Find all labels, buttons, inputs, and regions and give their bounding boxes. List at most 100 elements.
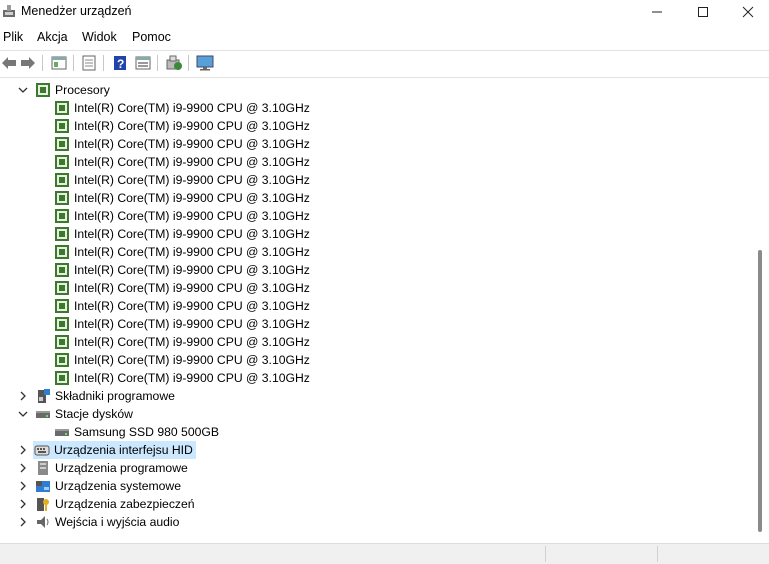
update-driver-button[interactable]: [80, 54, 98, 72]
tree-node-cpu[interactable]: Intel(R) Core(TM) i9-9900 CPU @ 3.10GHz: [54, 333, 310, 351]
status-bar: [0, 543, 769, 564]
processor-icon: [55, 191, 69, 205]
tree-node-label: Wejścia i wyjścia audio: [55, 515, 180, 529]
help-button[interactable]: ?: [111, 54, 129, 72]
tree-node-software-components[interactable]: Składniki programowe: [35, 387, 175, 405]
processor-icon: [55, 209, 69, 223]
tree-node-label: Intel(R) Core(TM) i9-9900 CPU @ 3.10GHz: [74, 101, 310, 115]
tree-node-cpu[interactable]: Intel(R) Core(TM) i9-9900 CPU @ 3.10GHz: [54, 351, 310, 369]
tree-node-cpu[interactable]: Intel(R) Core(TM) i9-9900 CPU @ 3.10GHz: [54, 315, 310, 333]
menu-akcja[interactable]: Akcja: [37, 30, 68, 44]
speaker-icon: [37, 516, 49, 528]
toolbar-separator: [73, 55, 74, 71]
close-button[interactable]: [725, 0, 769, 24]
window-title: Menedżer urządzeń: [21, 4, 132, 18]
processor-icon: [55, 119, 69, 133]
chevron-right-icon[interactable]: [18, 445, 28, 455]
chevron-right-icon[interactable]: [18, 391, 28, 401]
properties-button[interactable]: [50, 54, 68, 72]
tree-node-label: Intel(R) Core(TM) i9-9900 CPU @ 3.10GHz: [74, 155, 310, 169]
chevron-right-icon[interactable]: [18, 499, 28, 509]
minimize-icon: [652, 11, 662, 13]
tree-node-hid[interactable]: Urządzenia interfejsu HID: [33, 441, 196, 459]
software-component-icon: [38, 389, 50, 403]
processor-icon: [55, 227, 69, 241]
tree-node-cpu[interactable]: Intel(R) Core(TM) i9-9900 CPU @ 3.10GHz: [54, 189, 310, 207]
tree-node-security-devices[interactable]: Urządzenia zabezpieczeń: [35, 495, 195, 513]
view-button[interactable]: [134, 54, 152, 72]
forward-icon: [21, 57, 35, 69]
tree-node-samsung-ssd[interactable]: Samsung SSD 980 500GB: [54, 423, 219, 441]
processor-icon: [55, 335, 69, 349]
processor-icon: [55, 137, 69, 151]
maximize-button[interactable]: [680, 0, 726, 24]
tree-node-cpu[interactable]: Intel(R) Core(TM) i9-9900 CPU @ 3.10GHz: [54, 243, 310, 261]
processor-icon: [55, 173, 69, 187]
chevron-down-icon[interactable]: [18, 409, 28, 419]
processor-icon: [55, 245, 69, 259]
tree-node-label: Procesory: [55, 83, 110, 97]
tree-node-cpu[interactable]: Intel(R) Core(TM) i9-9900 CPU @ 3.10GHz: [54, 207, 310, 225]
tree-node-audio-io[interactable]: Wejścia i wyjścia audio: [35, 513, 179, 531]
monitor-button[interactable]: [196, 54, 214, 72]
tree-node-label: Intel(R) Core(TM) i9-9900 CPU @ 3.10GHz: [74, 353, 310, 367]
tree-node-label: Intel(R) Core(TM) i9-9900 CPU @ 3.10GHz: [74, 245, 310, 259]
help-icon: ?: [114, 56, 126, 71]
back-button[interactable]: [0, 54, 18, 72]
menu-plik[interactable]: Plik: [3, 30, 23, 44]
tree-node-system-devices[interactable]: Urządzenia systemowe: [35, 477, 181, 495]
tree-node-label: Składniki programowe: [55, 389, 175, 403]
tree-node-cpu[interactable]: Intel(R) Core(TM) i9-9900 CPU @ 3.10GHz: [54, 117, 310, 135]
processor-icon: [55, 281, 69, 295]
tree-node-processors[interactable]: Procesory: [35, 81, 110, 99]
tree-node-label: Intel(R) Core(TM) i9-9900 CPU @ 3.10GHz: [74, 263, 310, 277]
disk-drive-icon: [55, 429, 69, 436]
menu-pomoc[interactable]: Pomoc: [132, 30, 171, 44]
tree-node-cpu[interactable]: Intel(R) Core(TM) i9-9900 CPU @ 3.10GHz: [54, 135, 310, 153]
minimize-button[interactable]: [634, 0, 680, 24]
tree-node-cpu[interactable]: Intel(R) Core(TM) i9-9900 CPU @ 3.10GHz: [54, 369, 310, 387]
chevron-right-icon[interactable]: [18, 481, 28, 491]
processor-icon: [55, 317, 69, 331]
forward-button[interactable]: [19, 54, 37, 72]
tree-node-label: Intel(R) Core(TM) i9-9900 CPU @ 3.10GHz: [74, 335, 310, 349]
title-bar: Menedżer urządzeń: [0, 0, 769, 24]
processor-icon: [55, 263, 69, 277]
tree-node-cpu[interactable]: Intel(R) Core(TM) i9-9900 CPU @ 3.10GHz: [54, 171, 310, 189]
tree-node-label: Intel(R) Core(TM) i9-9900 CPU @ 3.10GHz: [74, 137, 310, 151]
chevron-right-icon[interactable]: [18, 463, 28, 473]
device-tree[interactable]: Procesory Składniki programowe Stacje dy…: [0, 78, 752, 540]
tree-node-label: Intel(R) Core(TM) i9-9900 CPU @ 3.10GHz: [74, 227, 310, 241]
toolbar-separator: [42, 55, 43, 71]
device-manager-icon: [3, 5, 15, 17]
tree-node-label: Urządzenia interfejsu HID: [54, 443, 193, 457]
tree-node-software-devices[interactable]: Urządzenia programowe: [35, 459, 188, 477]
tree-node-cpu[interactable]: Intel(R) Core(TM) i9-9900 CPU @ 3.10GHz: [54, 153, 310, 171]
scrollbar-thumb[interactable]: [758, 250, 762, 532]
menu-widok[interactable]: Widok: [82, 30, 117, 44]
tree-node-label: Intel(R) Core(TM) i9-9900 CPU @ 3.10GHz: [74, 299, 310, 313]
toolbar-separator: [103, 55, 104, 71]
tree-node-label: Intel(R) Core(TM) i9-9900 CPU @ 3.10GHz: [74, 209, 310, 223]
tree-node-label: Intel(R) Core(TM) i9-9900 CPU @ 3.10GHz: [74, 317, 310, 331]
tree-node-cpu[interactable]: Intel(R) Core(TM) i9-9900 CPU @ 3.10GHz: [54, 261, 310, 279]
tree-node-cpu[interactable]: Intel(R) Core(TM) i9-9900 CPU @ 3.10GHz: [54, 279, 310, 297]
scan-hardware-button[interactable]: [165, 54, 183, 72]
processor-icon: [55, 371, 69, 385]
tree-node-label: Urządzenia programowe: [55, 461, 188, 475]
chevron-right-icon[interactable]: [18, 517, 28, 527]
view-icon: [135, 56, 151, 70]
properties-icon: [51, 56, 67, 70]
chevron-down-icon[interactable]: [18, 85, 28, 95]
system-device-icon: [36, 481, 50, 492]
tree-node-cpu[interactable]: Intel(R) Core(TM) i9-9900 CPU @ 3.10GHz: [54, 99, 310, 117]
vertical-scrollbar[interactable]: [752, 78, 769, 540]
status-separator: [545, 546, 546, 562]
back-icon: [2, 57, 16, 69]
tree-node-cpu[interactable]: Intel(R) Core(TM) i9-9900 CPU @ 3.10GHz: [54, 225, 310, 243]
tree-node-cpu[interactable]: Intel(R) Core(TM) i9-9900 CPU @ 3.10GHz: [54, 297, 310, 315]
tree-node-label: Stacje dysków: [55, 407, 133, 421]
scan-hardware-icon: [166, 55, 182, 70]
status-separator: [657, 546, 658, 562]
tree-node-disk-drives[interactable]: Stacje dysków: [35, 405, 133, 423]
